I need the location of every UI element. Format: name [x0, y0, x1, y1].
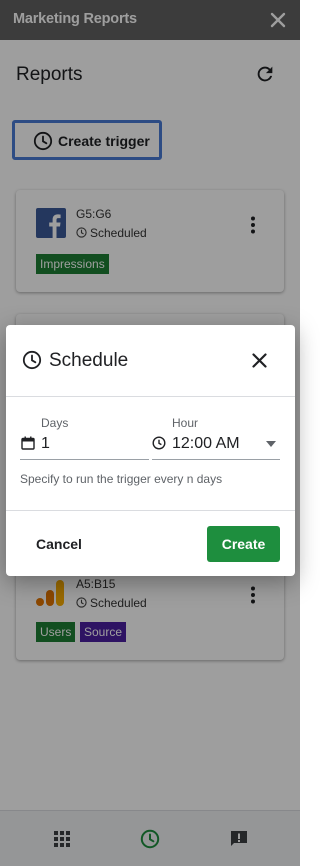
divider [6, 396, 295, 397]
days-label: Days [41, 416, 69, 430]
create-button[interactable]: Create [207, 526, 280, 562]
hour-label: Hour [172, 416, 199, 430]
clock-icon [22, 350, 42, 370]
help-text: Specify to run the trigger every n days [20, 472, 223, 486]
divider [6, 510, 295, 511]
hour-select-underline [152, 459, 280, 460]
close-icon[interactable] [252, 353, 267, 368]
cancel-button[interactable]: Cancel [36, 536, 82, 552]
hour-select[interactable]: 12:00 AM [172, 435, 240, 453]
clock-icon [152, 436, 166, 450]
days-input[interactable]: 1 [41, 435, 50, 453]
calendar-icon [21, 436, 35, 450]
days-input-underline [20, 459, 149, 460]
schedule-dialog: Schedule Days 1 Hour 12:00 AM Specify to… [6, 325, 295, 576]
chevron-down-icon[interactable] [266, 441, 276, 447]
dialog-title: Schedule [49, 350, 129, 371]
